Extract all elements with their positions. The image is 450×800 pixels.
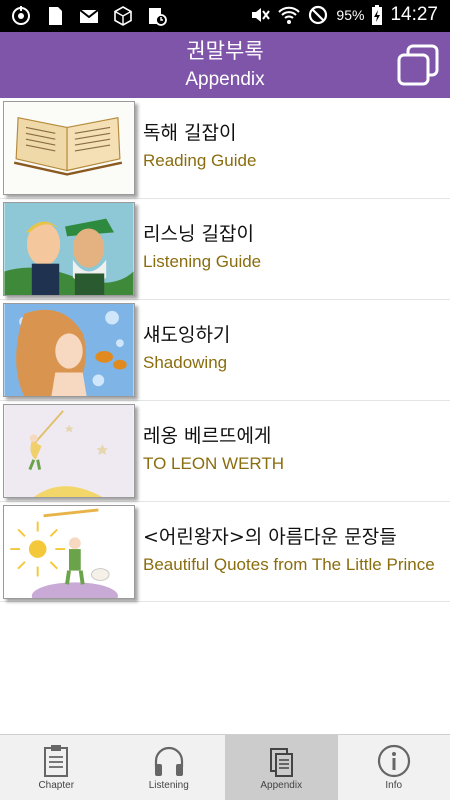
- clipboard-icon: [44, 745, 69, 777]
- appendix-list: 독해 길잡이 Reading Guide 리스닝 길잡이 Listening G…: [0, 98, 450, 602]
- list-item-shadowing[interactable]: 섀도잉하기 Shadowing: [0, 300, 450, 401]
- item-title-korean: 섀도잉하기: [143, 324, 231, 346]
- mute-icon: [249, 4, 271, 26]
- item-title-english: TO LEON WERTH: [143, 454, 285, 473]
- nav-tab-info[interactable]: Info: [338, 735, 450, 800]
- item-title-korean: 독해 길잡이: [143, 122, 237, 144]
- app-header: 권말부록 Appendix: [0, 32, 450, 98]
- item-text: 섀도잉하기 Shadowing: [143, 322, 442, 376]
- item-title-english: Reading Guide: [143, 151, 257, 170]
- blocked-icon: [307, 4, 329, 26]
- mermaid-thumbnail: [3, 303, 135, 397]
- item-text: <어린왕자>의 아름다운 문장들 Beautiful Quotes from T…: [143, 524, 442, 578]
- system-icons: 95% 14:27: [249, 4, 438, 26]
- info-icon: [377, 744, 410, 778]
- item-title-english: Listening Guide: [143, 252, 262, 271]
- item-text: 독해 길잡이 Reading Guide: [143, 120, 442, 174]
- nav-tab-appendix[interactable]: Appendix: [225, 735, 338, 800]
- battery-percent: 95%: [336, 7, 365, 23]
- item-text: 리스닝 길잡이 Listening Guide: [143, 221, 442, 275]
- battery-charging-icon: [371, 4, 383, 26]
- list-item-beautiful-quotes[interactable]: <어린왕자>의 아름다운 문장들 Beautiful Quotes from T…: [0, 502, 450, 602]
- item-title-korean: 리스닝 길잡이: [143, 223, 254, 245]
- sim-card-icon: [44, 5, 66, 27]
- list-item-reading-guide[interactable]: 독해 길잡이 Reading Guide: [0, 98, 450, 199]
- nav-label-info: Info: [385, 780, 403, 791]
- notification-icons: [10, 5, 168, 27]
- page-title-korean: 권말부록: [186, 39, 264, 63]
- status-bar: 95% 14:27: [0, 0, 450, 32]
- list-item-listening-guide[interactable]: 리스닝 길잡이 Listening Guide: [0, 199, 450, 300]
- list-item-to-leon-werth[interactable]: 레옹 베르뜨에게 TO LEON WERTH: [0, 401, 450, 502]
- wifi-icon: [278, 4, 301, 26]
- nav-label-listening: Listening: [148, 780, 189, 791]
- item-title-korean: 레옹 베르뜨에게: [143, 425, 272, 447]
- calendar-clock-icon: [146, 5, 168, 27]
- nav-label-appendix: Appendix: [260, 780, 303, 791]
- settings-sync-icon: [10, 5, 32, 27]
- copy-pages-icon: [397, 44, 439, 86]
- little-prince-flying-thumbnail: [3, 404, 135, 498]
- little-prince-planet-thumbnail: [3, 505, 135, 599]
- nav-tab-listening[interactable]: Listening: [113, 735, 226, 800]
- network-cube-icon: [112, 5, 134, 27]
- two-faces-thumbnail: [3, 202, 135, 296]
- clock: 14:27: [390, 4, 438, 25]
- bottom-nav: Chapter Listening Appendix Info: [0, 734, 450, 800]
- nav-tab-chapter[interactable]: Chapter: [0, 735, 113, 800]
- headphones-icon: [154, 746, 183, 776]
- copy-pages-button[interactable]: [396, 43, 440, 87]
- nav-label-chapter: Chapter: [38, 780, 75, 791]
- documents-icon: [270, 748, 294, 777]
- page-title-english: Appendix: [185, 69, 265, 90]
- item-text: 레옹 베르뜨에게 TO LEON WERTH: [143, 423, 442, 477]
- open-book-thumbnail: [3, 101, 135, 195]
- gmail-icon: [78, 5, 100, 27]
- item-title-korean: <어린왕자>의 아름다운 문장들: [143, 526, 397, 548]
- item-title-english: Shadowing: [143, 353, 228, 372]
- item-title-english: Beautiful Quotes from The Little Prince: [143, 555, 435, 574]
